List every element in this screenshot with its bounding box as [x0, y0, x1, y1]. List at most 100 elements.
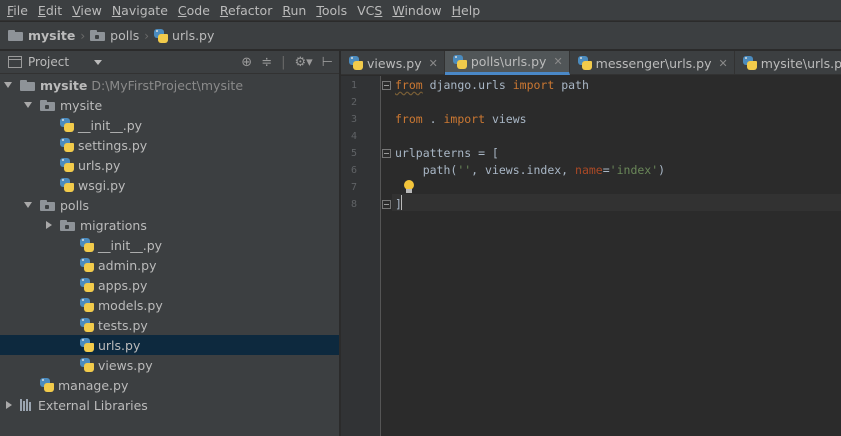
- collapse-icon[interactable]: ≑: [261, 55, 272, 70]
- chevron-down-icon[interactable]: [4, 82, 12, 88]
- lightbulb-icon[interactable]: [403, 180, 415, 194]
- tree-file-item[interactable]: models.py: [0, 295, 339, 315]
- tree-item-label: wsgi.py: [78, 177, 126, 193]
- tree-item-label: apps.py: [98, 277, 148, 293]
- menu-code[interactable]: Code: [173, 0, 215, 21]
- tree-folder-item[interactable]: mysite: [0, 95, 339, 115]
- python-file-icon: [80, 338, 94, 352]
- menu-file[interactable]: File: [2, 0, 33, 21]
- project-panel-tools: ⊕ ≑ | ⚙▾ ⊢: [241, 51, 333, 74]
- tree-item-label: manage.py: [58, 377, 129, 393]
- tree-item-label: urls.py: [78, 157, 121, 173]
- line-number: 8: [350, 199, 357, 210]
- menu-vcs[interactable]: VCS: [352, 0, 387, 21]
- tree-file-item[interactable]: views.py: [0, 355, 339, 375]
- python-file-icon: [577, 56, 592, 70]
- package-folder-icon: [40, 199, 55, 211]
- tree-item-label: settings.py: [78, 137, 148, 153]
- python-file-icon: [154, 28, 169, 43]
- close-icon[interactable]: ✕: [429, 57, 438, 70]
- fold-marker-icon[interactable]: [382, 81, 391, 90]
- editor-tab-bar: views.py ✕ polls\urls.py ✕ messenger\url…: [341, 51, 841, 75]
- python-file-icon: [60, 158, 74, 172]
- tree-file-item[interactable]: manage.py: [0, 375, 339, 395]
- menu-help[interactable]: Help: [447, 0, 486, 21]
- line-number: 1: [350, 80, 357, 91]
- package-folder-icon: [40, 99, 55, 111]
- target-icon[interactable]: ⊕: [241, 55, 252, 70]
- tree-item-label: admin.py: [98, 257, 157, 273]
- tree-file-item[interactable]: admin.py: [0, 255, 339, 275]
- tree-file-item[interactable]: urls.py: [0, 335, 339, 355]
- tree-item-label: External Libraries: [38, 397, 148, 413]
- tree-file-item[interactable]: wsgi.py: [0, 175, 339, 195]
- code-editor[interactable]: 1 2 3 4 5 6 7 8 from django.urls import …: [341, 76, 841, 436]
- python-file-icon: [60, 118, 74, 132]
- tree-folder-item[interactable]: migrations: [0, 215, 339, 235]
- code-line-6: path('', views.index, name='index'): [395, 163, 666, 177]
- gear-icon[interactable]: ⚙▾: [294, 55, 312, 70]
- tab-polls-urls-py[interactable]: polls\urls.py ✕: [444, 51, 570, 75]
- line-number: 2: [350, 97, 357, 108]
- tab-mysite-urls-py[interactable]: mysite\urls.py ✕: [735, 51, 841, 75]
- tree-folder-item[interactable]: mysite D:\MyFirstProject\mysite: [0, 75, 339, 95]
- menu-refactor[interactable]: Refactor: [215, 0, 277, 21]
- breadcrumb-item-polls[interactable]: polls ›: [90, 22, 154, 50]
- tree-file-item[interactable]: __init__.py: [0, 235, 339, 255]
- code-line-5: urlpatterns = [: [395, 146, 499, 160]
- tree-item-label: views.py: [98, 357, 153, 373]
- menu-edit[interactable]: Edit: [33, 0, 67, 21]
- library-icon: [20, 399, 33, 411]
- tree-item-label: migrations: [80, 217, 147, 233]
- tree-folder-item[interactable]: polls: [0, 195, 339, 215]
- python-file-icon: [742, 56, 757, 70]
- folder-icon: [8, 30, 23, 41]
- chevron-down-icon[interactable]: [24, 202, 32, 208]
- fold-marker-icon[interactable]: [382, 200, 391, 209]
- fold-marker-icon[interactable]: [382, 149, 391, 158]
- chevron-right-icon[interactable]: [6, 401, 12, 409]
- close-icon[interactable]: ✕: [719, 57, 728, 70]
- tree-file-item[interactable]: settings.py: [0, 135, 339, 155]
- menu-window[interactable]: Window: [387, 0, 446, 21]
- python-file-icon: [452, 54, 467, 69]
- project-icon: [8, 56, 22, 68]
- chevron-right-icon: ›: [144, 28, 150, 43]
- line-number: 7: [350, 182, 357, 193]
- python-file-icon: [40, 378, 54, 392]
- tree-file-item[interactable]: __init__.py: [0, 115, 339, 135]
- tree-file-item[interactable]: apps.py: [0, 275, 339, 295]
- tree-item-label: polls: [60, 197, 90, 213]
- editor-gutter: 1 2 3 4 5 6 7 8: [341, 76, 381, 436]
- line-number: 5: [350, 148, 357, 159]
- hide-icon[interactable]: ⊢: [322, 55, 333, 70]
- menu-navigate[interactable]: Navigate: [107, 0, 173, 21]
- project-view-selector[interactable]: Project: [0, 55, 108, 69]
- python-file-icon: [60, 138, 74, 152]
- chevron-down-icon[interactable]: [24, 102, 32, 108]
- divider: |: [281, 55, 286, 70]
- text-caret: [401, 195, 402, 210]
- menu-tools[interactable]: Tools: [311, 0, 352, 21]
- menu-view[interactable]: View: [67, 0, 107, 21]
- tab-messenger-urls-py[interactable]: messenger\urls.py ✕: [570, 51, 735, 75]
- package-folder-icon: [90, 30, 106, 41]
- line-number: 6: [350, 165, 357, 176]
- tree-item-external-libraries[interactable]: External Libraries: [0, 395, 339, 415]
- tree-file-item[interactable]: tests.py: [0, 315, 339, 335]
- python-file-icon: [60, 178, 74, 192]
- tree-item-label: mysite: [40, 77, 88, 93]
- tab-views-py[interactable]: views.py ✕: [341, 51, 445, 75]
- package-folder-icon: [60, 219, 75, 231]
- code-line-1: from django.urls import path: [395, 78, 589, 92]
- menu-run[interactable]: Run: [277, 0, 311, 21]
- python-file-icon: [80, 258, 94, 272]
- project-tree: mysite D:\MyFirstProject\mysite mysite __in…: [0, 74, 339, 413]
- python-file-icon: [80, 298, 94, 312]
- close-icon[interactable]: ✕: [553, 55, 562, 68]
- breadcrumb-item-mysite[interactable]: mysite ›: [8, 22, 90, 50]
- breadcrumb-item-urls[interactable]: urls.py: [154, 22, 214, 50]
- chevron-right-icon[interactable]: [46, 221, 52, 229]
- tree-item-path: D:\MyFirstProject\mysite: [91, 77, 244, 93]
- tree-file-item[interactable]: urls.py: [0, 155, 339, 175]
